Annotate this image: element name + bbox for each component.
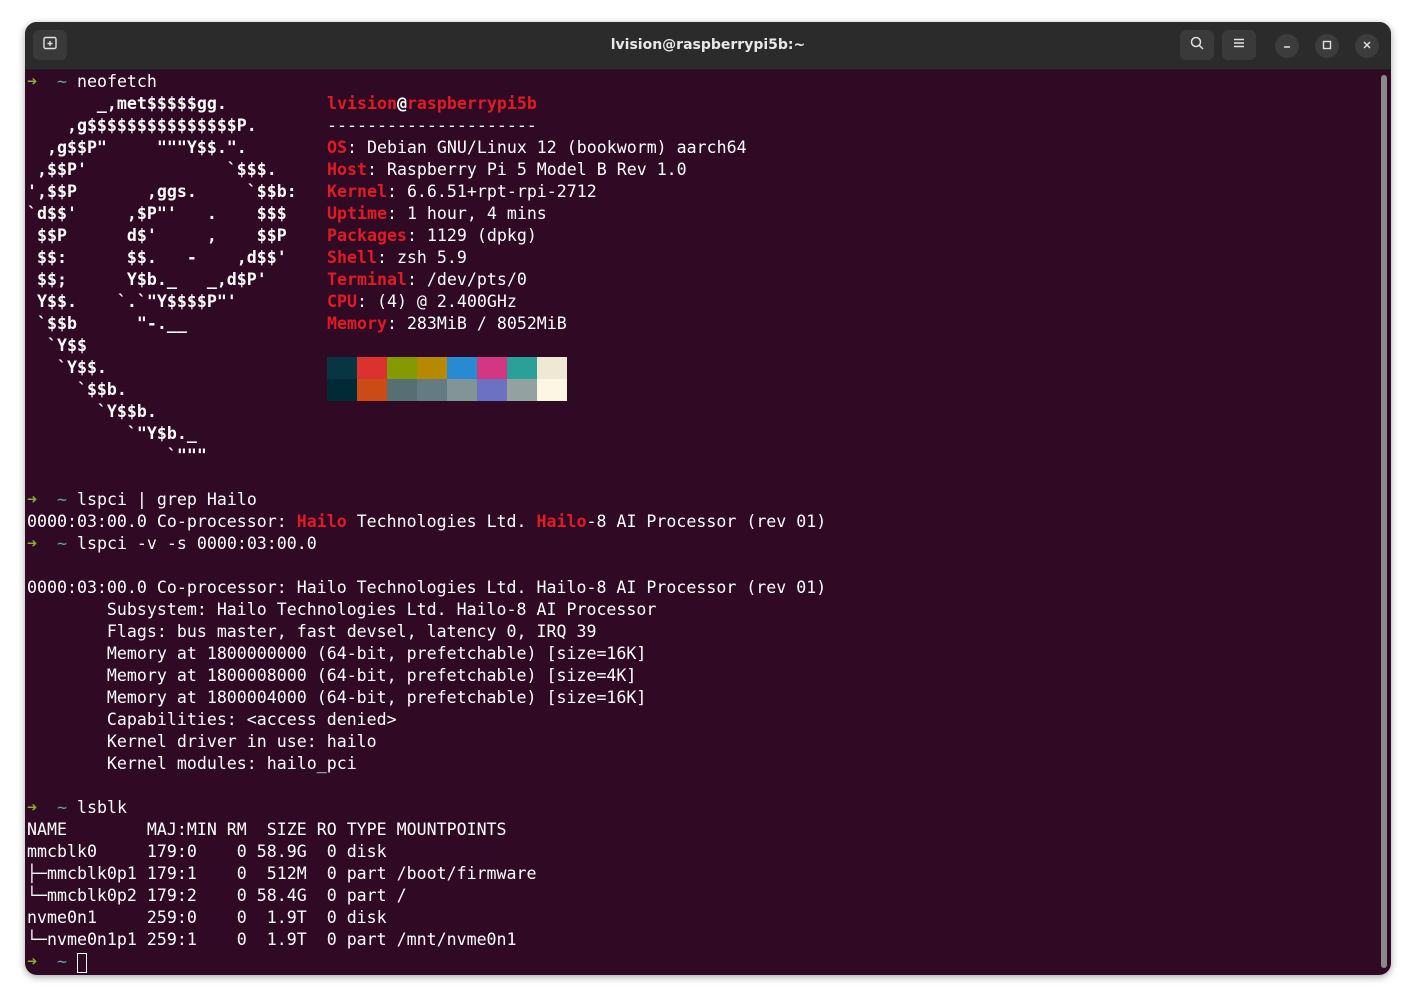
search-icon (1189, 35, 1205, 56)
ascii-art-line: `Y$$. (27, 358, 107, 377)
ascii-art-line: $$; Y$b._ _,d$P' (27, 270, 267, 289)
palette-swatch (357, 379, 387, 401)
palette-swatch (327, 357, 357, 379)
color-palette (327, 357, 567, 401)
palette-swatch (327, 379, 357, 401)
minimize-button[interactable] (1275, 34, 1299, 58)
palette-swatch (477, 379, 507, 401)
ascii-art-line: ,g$$P" """Y$$.". (27, 138, 247, 157)
neofetch-field-terminal: Terminal: /dev/pts/0 (327, 270, 527, 289)
ascii-art-line: `""" (27, 446, 207, 465)
minimize-icon (1282, 37, 1292, 55)
command-text: lspci | grep Hailo (76, 490, 257, 509)
palette-swatch (507, 379, 537, 401)
grep-result-line: 0000:03:00.0 Co-processor: Hailo Technol… (27, 512, 827, 531)
palette-swatch (417, 379, 447, 401)
scrollbar-thumb[interactable] (1381, 75, 1387, 968)
neofetch-field-packages: Packages: 1129 (dpkg) (327, 226, 537, 245)
text-cursor (76, 952, 87, 973)
ascii-art-line: Y$$. `.`"Y$$$$P"' (27, 292, 237, 311)
close-icon (1362, 37, 1372, 55)
lsblk-header: NAME MAJ:MIN RM SIZE RO TYPE MOUNTPOINTS (27, 820, 507, 839)
ascii-art-line: ,$$P' `$$$. (27, 160, 277, 179)
neofetch-field-shell: Shell: zsh 5.9 (327, 248, 467, 267)
neofetch-field-uptime: Uptime: 1 hour, 4 mins (327, 204, 547, 223)
neofetch-field-host: Host: Raspberry Pi 5 Model B Rev 1.0 (327, 160, 687, 179)
neofetch-user-host: lvision@raspberrypi5b (327, 94, 537, 113)
neofetch-field-os: OS: Debian GNU/Linux 12 (bookworm) aarch… (327, 138, 747, 157)
maximize-button[interactable] (1315, 34, 1339, 58)
terminal-output[interactable]: ➜ ~ neofetch _,met$$$$$gg. ,g$$$$$$$$$$$… (25, 70, 1375, 975)
output-line: Memory at 1800008000 (64-bit, prefetchab… (27, 666, 637, 685)
lsblk-row: └─mmcblk0p2 179:2 0 58.4G 0 part / (27, 886, 407, 905)
search-button[interactable] (1180, 30, 1214, 60)
ascii-art-line: `Y$$b. (27, 402, 157, 421)
prompt-arrow: ➜ (27, 72, 37, 91)
prompt-line: ➜ ~ lspci -v -s 0000:03:00.0 (27, 534, 317, 553)
prompt-line: ➜ ~ lsblk (27, 798, 127, 817)
ascii-art-line: `$$b. (27, 380, 127, 399)
palette-swatch (447, 379, 477, 401)
prompt-line: ➜ ~ neofetch (27, 71, 157, 93)
palette-swatch (357, 357, 387, 379)
active-prompt-line[interactable]: ➜ ~ (27, 951, 87, 973)
lsblk-row: mmcblk0 179:0 0 58.9G 0 disk (27, 842, 387, 861)
ascii-art-line: ',$$P ,ggs. `$$b: (27, 182, 297, 201)
title-bar: lvision@raspberrypi5b:~ (25, 22, 1391, 70)
ascii-art-line: `"Y$b._ (27, 424, 197, 443)
palette-swatch (417, 357, 447, 379)
terminal-window: lvision@raspberrypi5b:~ ➜ ~ neofetch _,m… (25, 22, 1391, 975)
ascii-art-line: `$$b "-.__ (27, 314, 187, 333)
output-line: Flags: bus master, fast devsel, latency … (27, 622, 597, 641)
output-line: Subsystem: Hailo Technologies Ltd. Hailo… (27, 600, 657, 619)
palette-swatch (537, 379, 567, 401)
output-line: Kernel modules: hailo_pci (27, 754, 357, 773)
close-button[interactable] (1355, 34, 1379, 58)
ascii-art-line: _,met$$$$$gg. (27, 94, 227, 113)
output-line: Capabilities: <access denied> (27, 710, 397, 729)
command-text: neofetch (76, 72, 157, 91)
palette-swatch (477, 357, 507, 379)
prompt-line: ➜ ~ lspci | grep Hailo (27, 490, 257, 509)
neofetch-field-kernel: Kernel: 6.6.51+rpt-rpi-2712 (327, 182, 597, 201)
ascii-art-line: ,g$$$$$$$$$$$$$$$P. (27, 116, 257, 135)
neofetch-field-memory: Memory: 283MiB / 8052MiB (327, 314, 567, 333)
neofetch-field-cpu: CPU: (4) @ 2.400GHz (327, 292, 517, 311)
prompt-dir: ~ (56, 72, 67, 91)
palette-swatch (537, 357, 567, 379)
output-line: 0000:03:00.0 Co-processor: Hailo Technol… (27, 578, 827, 597)
lsblk-row: nvme0n1 259:0 0 1.9T 0 disk (27, 908, 387, 927)
ascii-art-line: `Y$$ (27, 336, 87, 355)
command-text: lspci -v -s 0000:03:00.0 (76, 534, 317, 553)
command-text: lsblk (76, 798, 127, 817)
lsblk-row: ├─mmcblk0p1 179:1 0 512M 0 part /boot/fi… (27, 864, 537, 883)
hamburger-menu-icon (1232, 36, 1246, 55)
ascii-art-line: $$: $$. - ,d$$' (27, 248, 287, 267)
output-line: Memory at 1800004000 (64-bit, prefetchab… (27, 688, 647, 707)
palette-swatch (387, 357, 417, 379)
neofetch-separator: --------------------- (327, 116, 537, 135)
ascii-art-line: `d$$' ,$P"' . $$$ (27, 204, 287, 223)
palette-swatch (447, 357, 477, 379)
output-line: Memory at 1800000000 (64-bit, prefetchab… (27, 644, 647, 663)
ascii-art-line: $$P d$' , $$P (27, 226, 287, 245)
menu-button[interactable] (1222, 30, 1256, 60)
maximize-icon (1322, 37, 1332, 55)
palette-swatch (387, 379, 417, 401)
palette-swatch (507, 357, 537, 379)
output-line: Kernel driver in use: hailo (27, 732, 377, 751)
lsblk-row: └─nvme0n1p1 259:1 0 1.9T 0 part /mnt/nvm… (27, 930, 517, 949)
